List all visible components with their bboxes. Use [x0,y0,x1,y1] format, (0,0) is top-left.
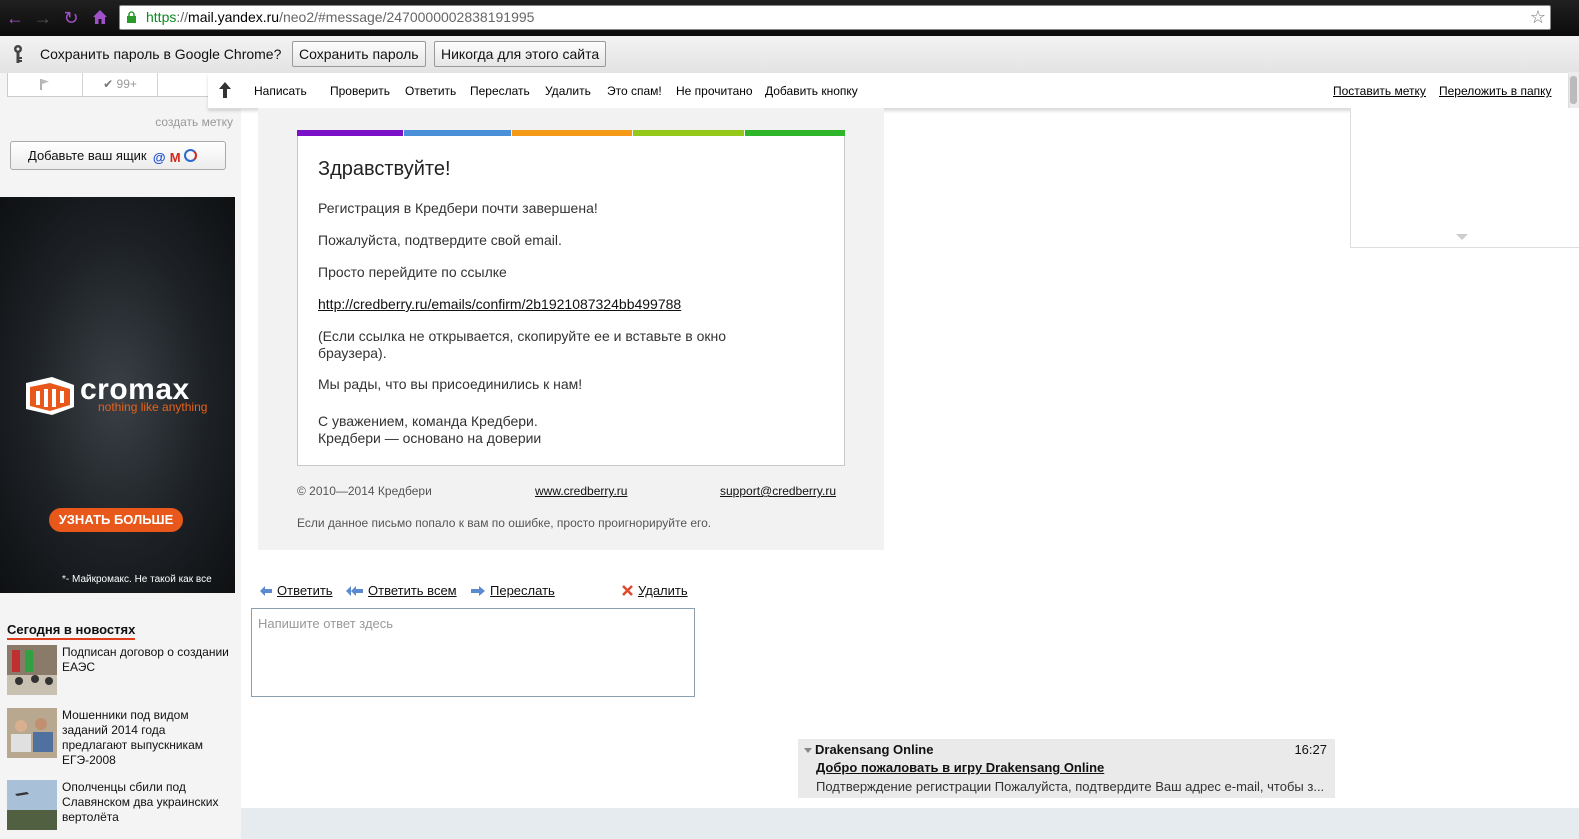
next-message-preview[interactable]: Drakensang Online 16:27 Добро пожаловать… [798,739,1335,798]
confirm-email-link[interactable]: http://credberry.ru/emails/confirm/2b192… [318,296,681,312]
news-thumbnail [7,645,57,695]
delete-label: Удалить [638,583,688,598]
flag-icon [40,79,49,90]
ad-disclaimer: *- Майкромакс. Не такой как все [62,574,212,585]
unread-count: 99+ [116,77,137,91]
forward-button[interactable]: Переслать [470,84,530,98]
create-label-link[interactable]: создать метку [155,115,233,129]
mark-unread-button[interactable]: Не прочитано [676,84,753,98]
spam-button[interactable]: Это спам! [607,84,662,98]
address-bar[interactable]: https://mail.yandex.ru/neo2/#message/247… [119,5,1551,30]
reply-button[interactable]: Ответить [405,84,456,98]
save-password-button[interactable]: Сохранить пароль [292,41,426,67]
forward-action[interactable]: Переслать [470,583,555,598]
left-sidebar: ✔ 99+ 📎 создать метку Добавьте ваш ящик … [0,73,241,839]
home-icon[interactable] [89,8,111,28]
reply-all-action[interactable]: Ответить всем [346,583,457,598]
letter-paragraph: (Если ссылка не открывается, скопируйте … [318,328,727,361]
password-prompt-text: Сохранить пароль в Google Chrome? [40,46,282,62]
check-mail-button[interactable]: Проверить [330,84,390,98]
news-section-title[interactable]: Сегодня в новостях [7,622,136,640]
next-message-time: 16:27 [1294,742,1327,757]
flag-button[interactable] [8,73,83,96]
expand-arrow-icon[interactable] [1456,234,1468,240]
news-item[interactable]: Ополченцы сбили под Славянском два украи… [7,780,237,832]
at-sign-icon: @ [152,150,166,165]
bookmark-star-icon[interactable]: ☆ [1530,7,1546,27]
lock-icon [127,11,136,23]
forward-icon[interactable]: → [32,8,54,28]
delete-action[interactable]: Удалить [621,583,688,598]
next-message-snippet: Подтверждение регистрации Пожалуйста, по… [816,779,1325,794]
bottom-strip [241,808,1579,839]
right-panel [1350,108,1579,248]
news-item[interactable]: Подписан договор о создании ЕАЭС [7,645,237,697]
message-tools: ✔ 99+ 📎 [7,73,234,97]
letter-paragraph: Пожалуйста, подтвердите свой email. [318,232,562,248]
ad-tagline: nothing like anything [98,400,208,414]
message-body: Здравствуйте! Регистрация в Кредбери поч… [258,108,884,550]
reply-all-label: Ответить всем [368,583,457,598]
news-headline: Мошенники под видом заданий 2014 года пр… [62,708,203,767]
signature-line: Кредбери — основано на доверии [318,430,542,446]
save-password-infobar: Сохранить пароль в Google Chrome? Сохран… [0,36,1579,109]
letter-disclaimer: Если данное письмо попало к вам по ошибк… [297,516,712,530]
add-mailbox-label: Добавьте ваш ящик [28,148,147,163]
ad-cta-button[interactable]: УЗНАТЬ БОЛЬШЕ [49,508,183,532]
back-to-list-icon[interactable] [218,81,232,99]
news-thumbnail [7,780,57,830]
move-to-folder-link[interactable]: Переложить в папку [1439,84,1552,98]
url-host: mail.yandex.ru [188,9,280,25]
never-for-site-button[interactable]: Никогда для этого сайта [434,41,607,67]
scrollbar[interactable] [1568,72,1579,109]
gmail-icon: M [169,150,181,165]
letter-paragraph: Мы рады, что вы присоединились к нам! [318,376,583,392]
reply-all-arrow-icon [346,586,363,596]
back-icon[interactable]: ← [4,8,26,28]
collapse-triangle-icon[interactable] [804,748,812,753]
add-button-button[interactable]: Добавить кнопку [765,84,858,98]
quick-reply-input[interactable] [251,608,695,697]
signature-line: С уважением, команда Кредбери. [318,413,538,429]
site-link[interactable]: www.credberry.ru [535,484,627,498]
letter-paragraph: Просто перейдите по ссылке [318,264,507,280]
forward-arrow-icon [471,586,485,596]
news-thumbnail [7,708,57,758]
browser-toolbar: ← → ↻ https://mail.yandex.ru/neo2/#messa… [0,0,1579,36]
news-headline: Подписан договор о создании ЕАЭС [62,645,229,674]
reply-action[interactable]: Ответить [259,583,333,598]
next-message-sender: Drakensang Online [815,742,934,757]
key-icon [14,45,22,63]
news-item[interactable]: Мошенники под видом заданий 2014 года пр… [7,708,237,767]
forward-label: Переслать [490,583,555,598]
delete-x-icon [622,585,633,596]
mark-read-button[interactable]: ✔ 99+ [83,73,158,96]
confirm-link-wrapper: http://credberry.ru/emails/confirm/2b192… [318,296,818,313]
reply-arrow-icon [260,586,272,596]
micromax-logo-mark [26,377,74,415]
next-message-subject[interactable]: Добро пожаловать в игру Drakensang Onlin… [816,760,1104,775]
set-label-link[interactable]: Поставить метку [1333,84,1426,98]
compose-button[interactable]: Написать [254,84,307,98]
letter-paragraph: Регистрация в Кредбери почти завершена! [318,200,598,216]
ad-banner[interactable]: cromax nothing like anything УЗНАТЬ БОЛЬ… [0,197,235,593]
url-separator: :// [176,9,189,25]
reload-icon[interactable]: ↻ [60,8,82,28]
url-path: /neo2/#message/2470000002838191995 [279,9,535,25]
delete-button[interactable]: Удалить [545,84,591,98]
support-email-link[interactable]: support@credberry.ru [720,484,836,498]
greeting: Здравствуйте! [318,158,451,180]
check-icon: ✔ [103,77,114,91]
url-scheme: https [146,9,177,25]
copyright: © 2010—2014 Кредбери [297,484,432,498]
add-mailbox-button[interactable]: Добавьте ваш ящик @ M [10,141,226,170]
mail-service-icon [184,149,198,162]
scrollbar-thumb[interactable] [1570,76,1577,104]
reply-label: Ответить [277,583,333,598]
news-headline: Ополченцы сбили под Славянском два украи… [62,780,219,824]
message-toolbar: Написать Проверить Ответить Переслать Уд… [208,73,1568,109]
letter-card: Здравствуйте! Регистрация в Кредбери поч… [297,136,845,466]
